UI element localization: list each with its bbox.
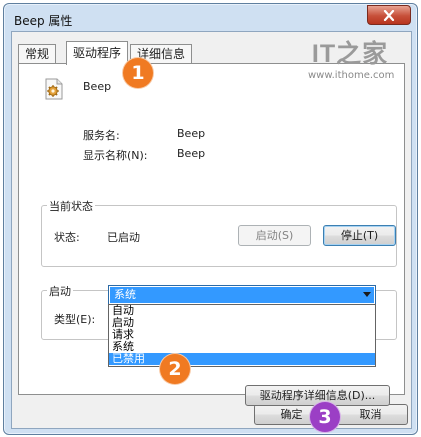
startup-type-dropdown: 自动 启动 请求 系统 已禁用: [108, 304, 376, 367]
startup-label: 启动: [47, 283, 73, 299]
service-name-value: Beep: [177, 127, 206, 140]
option-auto[interactable]: 自动: [109, 305, 375, 317]
close-button[interactable]: [367, 5, 411, 25]
option-disabled[interactable]: 已禁用: [109, 353, 375, 365]
display-name-label: 显示名称(N):: [83, 149, 148, 162]
tab-driver[interactable]: 驱动程序: [66, 41, 129, 65]
current-status-label: 当前状态: [47, 198, 95, 214]
window-title: Beep 属性: [14, 14, 73, 28]
tab-driver-label: 驱动程序: [73, 46, 122, 60]
dialog-client-area: 常规 驱动程序 详细信息 Beep 服务名: Beep 显示名称(N): Bee…: [11, 31, 412, 429]
device-name: Beep: [83, 80, 112, 93]
ithome-watermark: IT之家 www.ithome.com: [308, 34, 395, 81]
close-icon: [383, 9, 395, 21]
annotation-badge-2: 2: [159, 353, 191, 385]
option-boot[interactable]: 启动: [109, 317, 375, 329]
startup-type-selected: 系统: [110, 287, 374, 303]
start-button[interactable]: 启动(S): [238, 225, 311, 246]
status-value: 已启动: [107, 231, 140, 244]
option-demand[interactable]: 请求: [109, 329, 375, 341]
gear-icon: [45, 78, 63, 100]
tab-general-label: 常规: [25, 47, 50, 61]
display-name-value: Beep: [177, 147, 206, 160]
annotation-badge-3: 3: [309, 401, 341, 433]
service-name-label: 服务名:: [83, 129, 120, 142]
stop-button[interactable]: 停止(T): [323, 225, 396, 246]
status-label: 状态:: [54, 231, 80, 244]
ithome-logo: IT之家: [311, 40, 389, 68]
current-status-group: 当前状态 状态: 已启动 启动(S) 停止(T): [41, 198, 397, 267]
tab-general[interactable]: 常规: [18, 44, 57, 64]
startup-type-select[interactable]: 系统: [108, 285, 376, 305]
startup-type-label: 类型(E):: [54, 313, 96, 326]
ithome-url: www.ithome.com: [308, 70, 395, 81]
startup-type-selected-label: 系统: [114, 288, 136, 301]
cancel-button[interactable]: 取消: [333, 404, 408, 425]
chevron-down-icon: [363, 292, 371, 297]
option-system[interactable]: 系统: [109, 341, 375, 353]
annotation-badge-1: 1: [122, 57, 154, 89]
